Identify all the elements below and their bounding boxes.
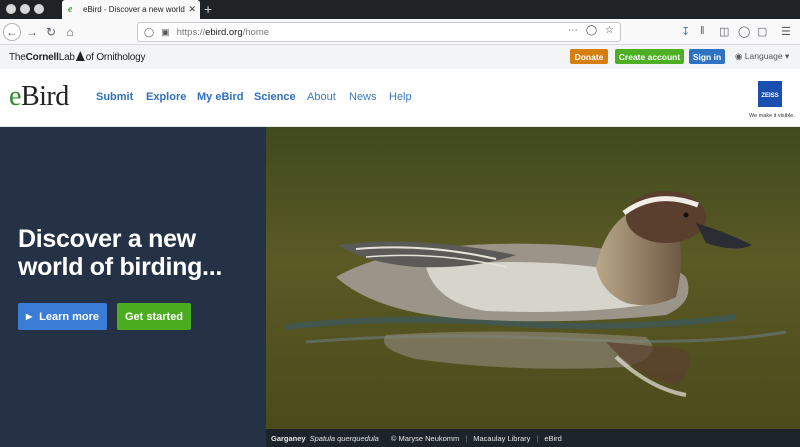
- window-close-button[interactable]: [6, 4, 16, 14]
- caption-source[interactable]: Macaulay Library: [473, 434, 530, 443]
- cornell-bird-icon: [75, 51, 85, 61]
- pocket-icon[interactable]: ◯: [586, 25, 597, 36]
- reload-icon[interactable]: ↻: [42, 23, 60, 41]
- caption-brand[interactable]: eBird: [544, 434, 562, 443]
- hero-bird-photo: [266, 127, 800, 429]
- caption-divider: |: [465, 433, 468, 443]
- shield-icon[interactable]: ◯: [144, 27, 154, 38]
- get-started-button[interactable]: Get started: [117, 303, 191, 330]
- download-icon[interactable]: ↧: [681, 25, 690, 38]
- play-icon: ▶: [25, 312, 33, 321]
- extension-icon[interactable]: ▢: [757, 25, 767, 38]
- cornell-lab-logo[interactable]: TheCornellLab of Ornithology: [9, 51, 145, 63]
- photo-caption: Garganey Spatula querquedula © Maryse Ne…: [266, 429, 800, 447]
- menu-icon[interactable]: ☰: [781, 25, 791, 38]
- sign-in-button[interactable]: Sign in: [689, 49, 725, 64]
- nav-my-ebird[interactable]: My eBird: [197, 91, 243, 103]
- garganey-illustration: [266, 127, 800, 429]
- site-header: eBird Submit Explore My eBird Science Ab…: [0, 69, 800, 127]
- globe-icon: ◉: [735, 51, 743, 61]
- donate-button[interactable]: Donate: [570, 49, 608, 64]
- sidebar-icon[interactable]: ◫: [719, 25, 729, 38]
- tab-title: eBird - Discover a new world of: [83, 5, 186, 14]
- browser-toolbar: ← → ↻ ⌂ ◯ ▣ https://ebird.org/home ⋯ ◯ ☆…: [0, 19, 800, 45]
- ebird-logo[interactable]: eBird: [9, 81, 69, 113]
- lock-icon[interactable]: ▣: [161, 27, 170, 38]
- nav-science[interactable]: Science: [254, 91, 296, 103]
- language-selector[interactable]: ◉ Language ▾: [735, 51, 789, 62]
- caption-credit[interactable]: © Maryse Neukomm: [391, 434, 459, 443]
- new-tab-button[interactable]: +: [204, 1, 212, 17]
- caret-down-icon: ▾: [785, 51, 790, 61]
- caption-scientific-name: Spatula querquedula: [309, 433, 379, 443]
- window-maximize-button[interactable]: [34, 4, 44, 14]
- hero-headline: Discover a new world of birding...: [18, 225, 222, 281]
- nav-news[interactable]: News: [349, 91, 377, 103]
- create-account-button[interactable]: Create account: [615, 49, 684, 64]
- browser-tab-bar: e eBird - Discover a new world of ✕ +: [0, 0, 800, 19]
- library-icon[interactable]: ‖: [700, 25, 705, 37]
- nav-submit[interactable]: Submit: [96, 91, 133, 103]
- url-text: https://ebird.org/home: [176, 26, 270, 38]
- browser-tab[interactable]: e eBird - Discover a new world of ✕: [62, 0, 200, 19]
- caption-divider: |: [536, 433, 539, 443]
- zeiss-logo[interactable]: ZEISS: [758, 81, 782, 107]
- more-icon[interactable]: ⋯: [568, 25, 578, 36]
- ebird-favicon-icon: e: [68, 3, 73, 15]
- forward-icon[interactable]: →: [23, 23, 41, 41]
- hero-panel: Discover a new world of birding... ▶ Lea…: [0, 127, 266, 447]
- caption-common-name[interactable]: Garganey: [271, 434, 306, 443]
- address-bar[interactable]: ◯ ▣ https://ebird.org/home ⋯ ◯ ☆: [137, 22, 621, 42]
- learn-more-button[interactable]: ▶ Learn more: [18, 303, 107, 330]
- zeiss-tagline: We make it visible.: [749, 113, 795, 119]
- nav-about[interactable]: About: [307, 91, 336, 103]
- window-minimize-button[interactable]: [20, 4, 30, 14]
- nav-explore[interactable]: Explore: [146, 91, 186, 103]
- home-icon[interactable]: ⌂: [61, 23, 79, 41]
- tab-close-icon[interactable]: ✕: [188, 4, 196, 15]
- cornell-top-strip: TheCornellLab of Ornithology Donate Creat…: [0, 45, 800, 69]
- back-icon[interactable]: ←: [3, 23, 21, 41]
- account-icon[interactable]: ◯: [738, 25, 750, 38]
- nav-help[interactable]: Help: [389, 91, 412, 103]
- bookmark-star-icon[interactable]: ☆: [605, 25, 614, 36]
